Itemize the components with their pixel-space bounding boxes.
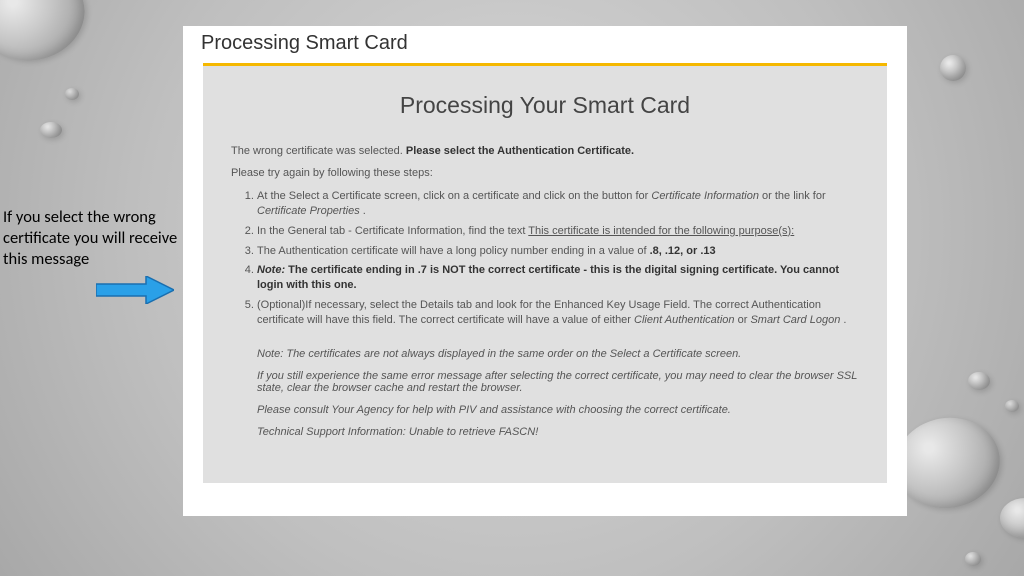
note-order: Note: The certificates are not always di…: [257, 348, 859, 360]
step-text: The Authentication certificate will have…: [257, 245, 650, 257]
step-4: Note: The certificate ending in .7 is NO…: [257, 263, 859, 293]
window-title: Processing Smart Card: [183, 26, 907, 63]
step-emph: Certificate Properties: [257, 205, 360, 217]
error-instruction: Please select the Authentication Certifi…: [406, 145, 634, 157]
water-drop-icon: [965, 552, 981, 566]
panel-title: Processing Your Smart Card: [231, 92, 859, 119]
step-underline: This certificate is intended for the fol…: [528, 225, 794, 237]
steps-intro: Please try again by following these step…: [231, 167, 859, 179]
water-drop-icon: [65, 88, 79, 100]
step-note-text: The certificate ending in .7 is NOT the …: [257, 264, 839, 291]
step-1: At the Select a Certificate screen, clic…: [257, 189, 859, 219]
water-drop-icon: [940, 55, 966, 81]
step-emph: Client Authentication: [634, 314, 735, 326]
step-text: In the General tab - Certificate Informa…: [257, 225, 528, 237]
step-text: .: [360, 205, 366, 217]
note-agency: Please consult Your Agency for help with…: [257, 404, 859, 416]
step-emph: Certificate Information: [651, 190, 759, 202]
step-text: At the Select a Certificate screen, clic…: [257, 190, 651, 202]
water-drop-icon: [968, 372, 990, 390]
water-drop-icon: [1005, 400, 1019, 412]
step-bold: .8, .12, or .13: [650, 245, 716, 257]
error-panel: Processing Your Smart Card The wrong cer…: [203, 63, 887, 483]
water-drop-icon: [40, 122, 62, 138]
error-card: Processing Smart Card Processing Your Sm…: [183, 26, 907, 516]
step-emph: Smart Card Logon: [750, 314, 840, 326]
tech-support-info: Technical Support Information: Unable to…: [257, 426, 859, 438]
step-text: or the link for: [759, 190, 826, 202]
note-ssl: If you still experience the same error m…: [257, 370, 859, 394]
step-3: The Authentication certificate will have…: [257, 244, 859, 259]
arrow-right-icon: [96, 276, 174, 304]
step-text: .: [840, 314, 846, 326]
steps-list: At the Select a Certificate screen, clic…: [231, 189, 859, 328]
error-line: The wrong certificate was selected. Plea…: [231, 145, 859, 157]
step-note-label: Note:: [257, 264, 285, 276]
step-2: In the General tab - Certificate Informa…: [257, 224, 859, 239]
error-prefix: The wrong certificate was selected.: [231, 145, 406, 157]
notes-block: Note: The certificates are not always di…: [231, 348, 859, 438]
step-text: or: [735, 314, 751, 326]
step-5: (Optional)If necessary, select the Detai…: [257, 298, 859, 328]
annotation-text: If you select the wrong certificate you …: [3, 207, 183, 270]
